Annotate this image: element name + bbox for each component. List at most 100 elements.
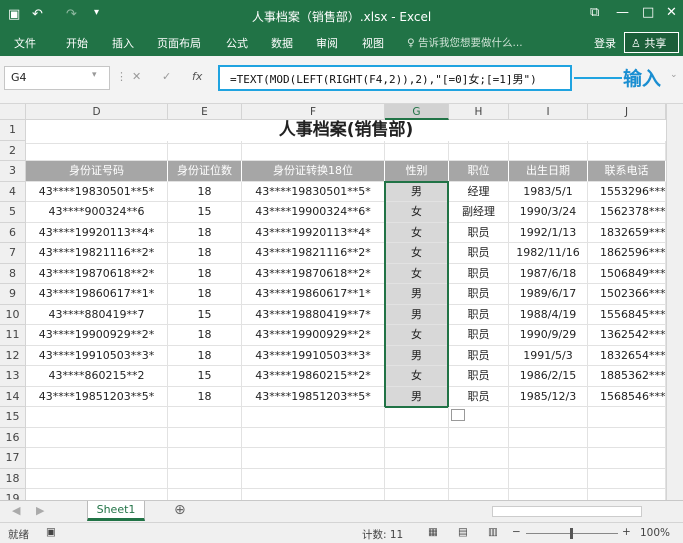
empty-cell[interactable] xyxy=(588,427,666,448)
row-header[interactable]: 5 xyxy=(0,202,26,223)
row-header[interactable]: 1 xyxy=(0,120,26,141)
row-header[interactable]: 3 xyxy=(0,161,26,182)
table-cell[interactable]: 15 xyxy=(168,304,242,325)
add-sheet-icon[interactable]: ⊕ xyxy=(174,502,186,518)
table-cell[interactable]: 43****19900929**2* xyxy=(26,325,168,346)
table-cell[interactable]: 18 xyxy=(168,222,242,243)
empty-cell[interactable] xyxy=(509,140,588,161)
enter-icon[interactable]: ✓ xyxy=(162,70,171,83)
row-header[interactable]: 18 xyxy=(0,468,26,489)
worksheet-grid[interactable]: D E F G H I J 1 2 3 4 5 6 7 8 9 10 11 12 13 14 15 16 17 18 19 人事档案… xyxy=(0,104,683,510)
table-header-cell[interactable]: 联系电话 xyxy=(588,161,666,182)
table-cell[interactable]: 18 xyxy=(168,325,242,346)
row-header[interactable]: 11 xyxy=(0,325,26,346)
empty-cell[interactable] xyxy=(26,448,168,469)
table-cell[interactable]: 1989/6/17 xyxy=(509,284,588,305)
empty-cell[interactable] xyxy=(168,427,242,448)
empty-cell[interactable] xyxy=(385,468,449,489)
ribbon-display-icon[interactable]: ⧉ xyxy=(590,5,599,20)
table-header-cell[interactable]: 身份证位数 xyxy=(168,161,242,182)
tab-home[interactable]: 开始 xyxy=(66,35,88,51)
zoom-in-icon[interactable]: + xyxy=(622,526,631,538)
table-cell[interactable]: 1506849**** xyxy=(588,263,666,284)
empty-cell[interactable] xyxy=(242,140,385,161)
tab-file[interactable]: 文件 xyxy=(14,35,36,51)
table-cell[interactable]: 1568546**** xyxy=(588,386,666,407)
empty-cell[interactable] xyxy=(26,407,168,428)
horizontal-scrollbar[interactable] xyxy=(492,506,642,517)
table-header-cell[interactable]: 身份证号码 xyxy=(26,161,168,182)
maximize-icon[interactable]: □ xyxy=(642,5,654,20)
table-cell[interactable]: 职员 xyxy=(449,386,509,407)
row-header[interactable]: 6 xyxy=(0,222,26,243)
empty-cell[interactable] xyxy=(385,448,449,469)
zoom-out-icon[interactable]: − xyxy=(512,526,521,538)
table-cell[interactable]: 职员 xyxy=(449,325,509,346)
empty-cell[interactable] xyxy=(242,448,385,469)
vertical-scrollbar[interactable] xyxy=(666,104,683,500)
table-cell[interactable]: 职员 xyxy=(449,345,509,366)
table-cell[interactable]: 43****900324**6 xyxy=(26,202,168,223)
tab-view[interactable]: 视图 xyxy=(362,35,384,51)
empty-cell[interactable] xyxy=(385,407,449,428)
empty-cell[interactable] xyxy=(385,427,449,448)
table-cell[interactable]: 1990/9/29 xyxy=(509,325,588,346)
table-header-cell[interactable]: 出生日期 xyxy=(509,161,588,182)
row-header[interactable]: 14 xyxy=(0,386,26,407)
empty-cell[interactable] xyxy=(588,468,666,489)
table-cell[interactable]: 1991/5/3 xyxy=(509,345,588,366)
table-cell[interactable]: 43****19910503**3* xyxy=(242,345,385,366)
normal-view-icon[interactable]: ▦ xyxy=(428,526,438,538)
table-cell[interactable]: 1990/3/24 xyxy=(509,202,588,223)
table-cell[interactable]: 43****19821116**2* xyxy=(242,243,385,264)
table-cell[interactable]: 1988/4/19 xyxy=(509,304,588,325)
table-cell[interactable]: 1987/6/18 xyxy=(509,263,588,284)
tab-review[interactable]: 审阅 xyxy=(316,35,338,51)
empty-cell[interactable] xyxy=(168,468,242,489)
insert-function-icon[interactable]: fx xyxy=(192,70,202,83)
table-cell[interactable]: 1362542**** xyxy=(588,325,666,346)
zoom-level[interactable]: 100% xyxy=(640,527,670,539)
table-cell[interactable]: 43****19851203**5* xyxy=(26,386,168,407)
table-cell[interactable]: 18 xyxy=(168,181,242,202)
table-cell[interactable]: 43****19830501**5* xyxy=(242,181,385,202)
empty-cell[interactable] xyxy=(449,407,509,428)
table-cell[interactable]: 15 xyxy=(168,202,242,223)
table-cell[interactable]: 1885362**** xyxy=(588,366,666,387)
table-cell[interactable]: 43****19860617**1* xyxy=(242,284,385,305)
row-header[interactable]: 16 xyxy=(0,427,26,448)
table-cell[interactable]: 职员 xyxy=(449,284,509,305)
row-header[interactable]: 2 xyxy=(0,140,26,161)
name-box-dropdown-icon[interactable]: ▾ xyxy=(92,70,97,80)
table-cell[interactable]: 1553296**** xyxy=(588,181,666,202)
table-header-cell[interactable]: 身份证转换18位 xyxy=(242,161,385,182)
login-link[interactable]: 登录 xyxy=(594,35,616,51)
table-cell[interactable]: 43****19830501**5* xyxy=(26,181,168,202)
select-all-corner[interactable] xyxy=(0,104,26,120)
table-cell[interactable]: 副经理 xyxy=(449,202,509,223)
table-cell[interactable]: 18 xyxy=(168,263,242,284)
empty-cell[interactable] xyxy=(26,140,168,161)
empty-cell[interactable] xyxy=(385,140,449,161)
close-icon[interactable]: ✕ xyxy=(666,5,677,20)
table-cell[interactable]: 43****860215**2 xyxy=(26,366,168,387)
table-cell[interactable]: 43****19920113**4* xyxy=(242,222,385,243)
empty-cell[interactable] xyxy=(449,427,509,448)
table-cell[interactable]: 职员 xyxy=(449,243,509,264)
table-cell[interactable]: 18 xyxy=(168,243,242,264)
row-header[interactable]: 17 xyxy=(0,448,26,469)
row-header[interactable]: 10 xyxy=(0,304,26,325)
cancel-icon[interactable]: ✕ xyxy=(132,70,141,83)
table-cell[interactable]: 18 xyxy=(168,284,242,305)
table-cell[interactable]: 职员 xyxy=(449,222,509,243)
table-cell[interactable]: 1983/5/1 xyxy=(509,181,588,202)
table-cell[interactable]: 经理 xyxy=(449,181,509,202)
table-cell[interactable]: 职员 xyxy=(449,304,509,325)
table-cell[interactable]: 1985/12/3 xyxy=(509,386,588,407)
tab-data[interactable]: 数据 xyxy=(271,35,293,51)
table-cell[interactable]: 职员 xyxy=(449,366,509,387)
active-cell-selection[interactable] xyxy=(384,180,449,408)
sheet-tab-sheet1[interactable]: Sheet1 xyxy=(87,501,145,521)
empty-cell[interactable] xyxy=(588,140,666,161)
empty-cell[interactable] xyxy=(509,407,588,428)
